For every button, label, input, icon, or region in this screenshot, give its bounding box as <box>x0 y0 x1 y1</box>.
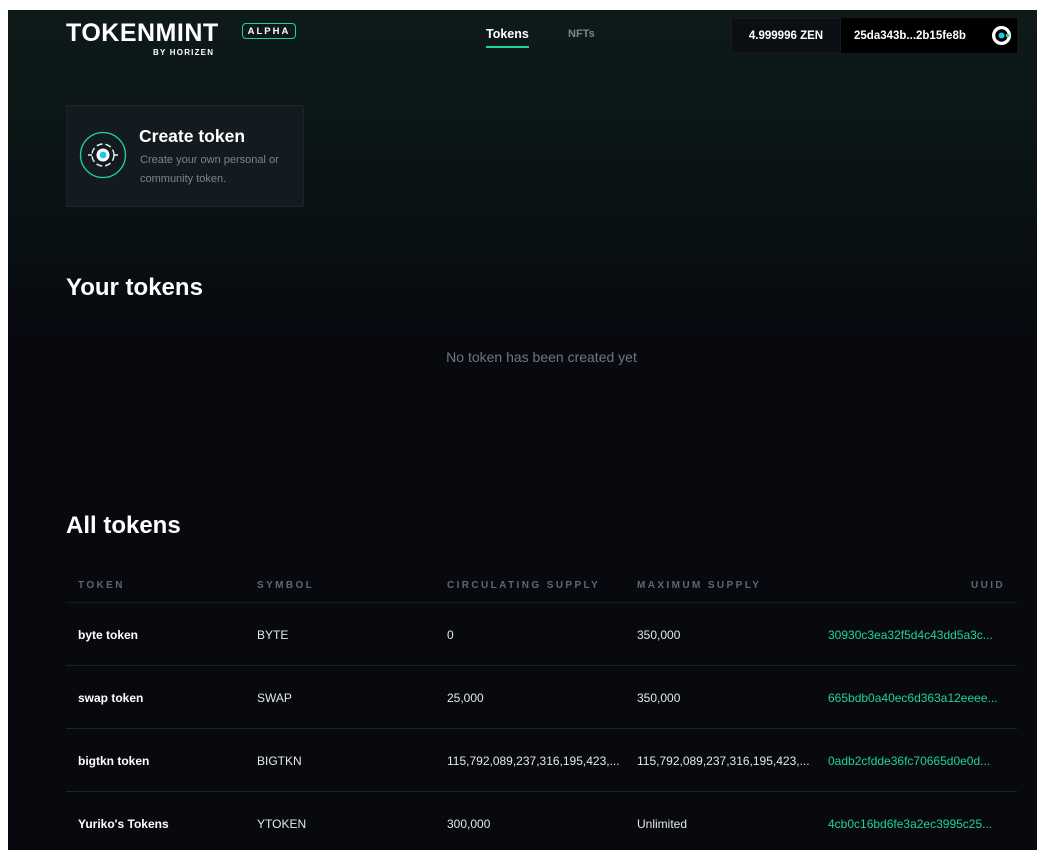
logo-wordmark: TOKENMINT <box>66 20 219 46</box>
header: TOKENMINT BY HORIZEN ALPHA Tokens NFTs 4… <box>8 10 1037 62</box>
circulating-supply: 300,000 <box>447 817 491 831</box>
all-tokens-table: TOKEN SYMBOL CIRCULATING SUPPLY MAXIMUM … <box>66 565 1017 850</box>
column-header-symbol: SYMBOL <box>257 580 315 591</box>
table-row[interactable]: Yuriko's Tokens YTOKEN 300,000 Unlimited… <box>66 792 1017 850</box>
column-header-token: TOKEN <box>78 580 125 591</box>
create-token-icon <box>79 131 127 179</box>
token-name: Yuriko's Tokens <box>78 817 169 831</box>
token-symbol: YTOKEN <box>257 817 307 831</box>
token-symbol: BYTE <box>257 628 289 642</box>
circulating-supply: 115,792,089,237,316,195,423,... <box>447 754 620 768</box>
table-row[interactable]: byte token BYTE 0 350,000 30930c3ea32f5d… <box>66 603 1017 666</box>
create-token-card[interactable]: Create token Create your own personal or… <box>66 105 304 207</box>
token-symbol: SWAP <box>257 691 292 705</box>
token-uuid-link[interactable]: 30930c3ea32f5d4c43dd5a3c... <box>828 628 993 642</box>
table-header: TOKEN SYMBOL CIRCULATING SUPPLY MAXIMUM … <box>66 565 1017 603</box>
maximum-supply: 350,000 <box>637 691 681 705</box>
wallet-button[interactable]: 25da343b...2b15fe8b <box>841 18 1017 53</box>
horizen-logo-icon <box>991 25 1012 46</box>
tab-tokens[interactable]: Tokens <box>486 27 529 48</box>
token-uuid-link[interactable]: 665bdb0a40ec6d363a12eeee... <box>828 691 998 705</box>
token-name: bigtkn token <box>78 754 150 768</box>
all-tokens-heading: All tokens <box>66 512 181 539</box>
app-window: TOKENMINT BY HORIZEN ALPHA Tokens NFTs 4… <box>8 10 1037 850</box>
table-row[interactable]: bigtkn token BIGTKN 115,792,089,237,316,… <box>66 729 1017 792</box>
token-uuid-link[interactable]: 0adb2cfdde36fc70665d0e0d... <box>828 754 990 768</box>
your-tokens-heading: Your tokens <box>66 274 203 301</box>
create-token-description: Create your own personal or community to… <box>140 154 279 185</box>
column-header-circulating-supply: CIRCULATING SUPPLY <box>447 580 601 591</box>
tab-nfts[interactable]: NFTs <box>568 28 595 40</box>
table-row[interactable]: swap token SWAP 25,000 350,000 665bdb0a4… <box>66 666 1017 729</box>
column-header-maximum-supply: MAXIMUM SUPPLY <box>637 580 762 591</box>
token-name: swap token <box>78 691 144 705</box>
maximum-supply: Unlimited <box>637 817 688 831</box>
empty-tokens-message: No token has been created yet <box>446 349 637 365</box>
circulating-supply: 0 <box>447 628 454 642</box>
maximum-supply: 115,792,089,237,316,195,423,... <box>637 754 810 768</box>
logo-subtext: BY HORIZEN <box>153 48 215 57</box>
wallet-address: 25da343b...2b15fe8b <box>854 29 966 42</box>
column-header-uuid: UUID <box>970 580 1005 591</box>
token-uuid-link[interactable]: 4cb0c16bd6fe3a2ec3995c25... <box>828 817 992 831</box>
create-token-title: Create token <box>139 126 246 146</box>
maximum-supply: 350,000 <box>637 628 681 642</box>
circulating-supply: 25,000 <box>447 691 484 705</box>
tokenmint-logo[interactable]: TOKENMINT BY HORIZEN <box>66 20 219 57</box>
zen-balance: 4.999996 ZEN <box>731 18 841 53</box>
token-symbol: BIGTKN <box>257 754 302 768</box>
logo-text: TOKENMINT <box>66 19 219 47</box>
token-name: byte token <box>78 628 139 642</box>
alpha-badge: ALPHA <box>242 23 296 39</box>
